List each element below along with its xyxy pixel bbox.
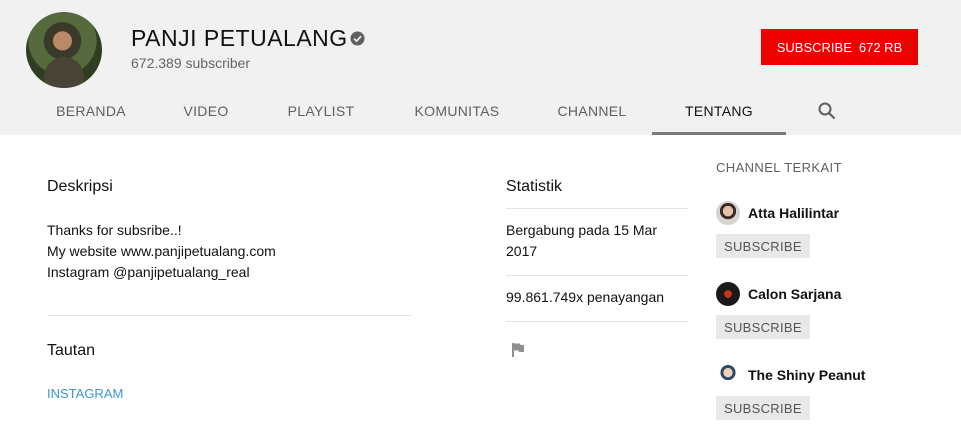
- related-channel-name[interactable]: Atta Halilintar: [748, 205, 839, 221]
- related-channel-name[interactable]: The Shiny Peanut: [748, 367, 865, 383]
- subscribe-label: SUBSCRIBE: [776, 39, 852, 55]
- avatar[interactable]: [716, 363, 740, 387]
- tab-video[interactable]: VIDEO: [160, 86, 252, 135]
- tab-playlist[interactable]: PLAYLIST: [262, 86, 380, 135]
- joined-date: Bergabung pada 15 Mar 2017: [506, 222, 657, 259]
- divider: [47, 315, 411, 316]
- divider: [506, 208, 688, 209]
- flag-icon[interactable]: [510, 342, 526, 358]
- tab-tentang[interactable]: TENTANG: [652, 86, 786, 135]
- verified-check-icon: [350, 31, 365, 46]
- description-heading: Deskripsi: [47, 178, 113, 195]
- tab-beranda[interactable]: BERANDA: [32, 86, 150, 135]
- divider: [506, 275, 688, 276]
- description-text: Thanks for subsribe..! My website www.pa…: [47, 222, 276, 280]
- subscribe-button[interactable]: SUBSCRIBE: [716, 234, 810, 258]
- divider: [506, 321, 688, 322]
- subscriber-count: 672.389 subscriber: [131, 55, 251, 71]
- related-channel-name[interactable]: Calon Sarjana: [748, 286, 841, 302]
- view-count: 99.861.749x penayangan: [506, 289, 665, 305]
- tab-channel[interactable]: CHANNEL: [530, 86, 654, 135]
- instagram-link[interactable]: INSTAGRAM: [47, 386, 123, 401]
- subscribe-button[interactable]: SUBSCRIBE 672 RB: [761, 29, 918, 65]
- subscribe-count: 672 RB: [858, 39, 903, 55]
- avatar[interactable]: [716, 201, 740, 225]
- subscribe-button[interactable]: SUBSCRIBE: [716, 315, 810, 339]
- tab-komunitas[interactable]: KOMUNITAS: [390, 86, 524, 135]
- channel-avatar[interactable]: [26, 12, 102, 88]
- links-heading: Tautan: [47, 342, 96, 359]
- search-icon[interactable]: [818, 102, 836, 120]
- stats-heading: Statistik: [506, 178, 563, 195]
- channel-name: PANJI PETUALANG: [131, 25, 348, 51]
- subscribe-button[interactable]: SUBSCRIBE: [716, 396, 810, 420]
- avatar[interactable]: [716, 282, 740, 306]
- related-channels-heading: CHANNEL TERKAIT: [716, 160, 842, 175]
